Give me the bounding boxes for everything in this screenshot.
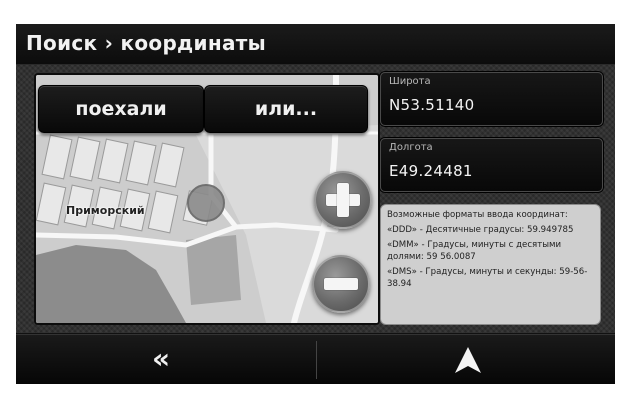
format-dms: «DMS» - Градусы, минуты и секунды: 59-56… [387, 267, 588, 289]
map-place-label: Приморский [66, 204, 145, 217]
formats-heading: Возможные форматы ввода координат: [387, 210, 568, 220]
longitude-field[interactable]: Долгота E49.24481 [380, 138, 603, 192]
page-title: Поиск › координаты [26, 31, 267, 55]
latitude-field[interactable]: Широта N53.51140 [380, 72, 603, 126]
navigator-screen: Поиск › координаты Приморский поехали ил… [16, 24, 615, 384]
minus-icon [324, 278, 358, 290]
map-view[interactable]: Приморский поехали или... [34, 73, 380, 325]
bottom-bar: « [16, 334, 615, 384]
longitude-value: E49.24481 [389, 162, 473, 180]
plus-icon-vertical [337, 183, 349, 217]
content-area: Приморский поехали или... Широта N53.511… [16, 65, 615, 333]
or-button[interactable]: или... [204, 85, 368, 133]
format-dmm: «DMM» - Градусы, минуты с десятыми долям… [387, 240, 562, 262]
longitude-label: Долгота [389, 142, 433, 153]
zoom-in-button[interactable] [314, 171, 372, 229]
device-frame: Поиск › координаты Приморский поехали ил… [0, 0, 617, 396]
format-ddd: «DDD» - Десятичные градусы: 59.949785 [387, 225, 574, 235]
header-bar: Поиск › координаты [16, 24, 615, 65]
zoom-out-button[interactable] [312, 255, 370, 313]
go-button[interactable]: поехали [38, 85, 204, 133]
back-button[interactable]: « [16, 335, 316, 384]
latitude-label: Широта [389, 76, 431, 87]
navigate-button[interactable] [317, 335, 615, 384]
navigation-arrow-icon [455, 347, 481, 373]
latitude-value: N53.51140 [389, 96, 475, 114]
double-chevron-left-icon: « [152, 342, 171, 375]
formats-help-panel: Возможные форматы ввода координат: «DDD»… [380, 204, 601, 325]
